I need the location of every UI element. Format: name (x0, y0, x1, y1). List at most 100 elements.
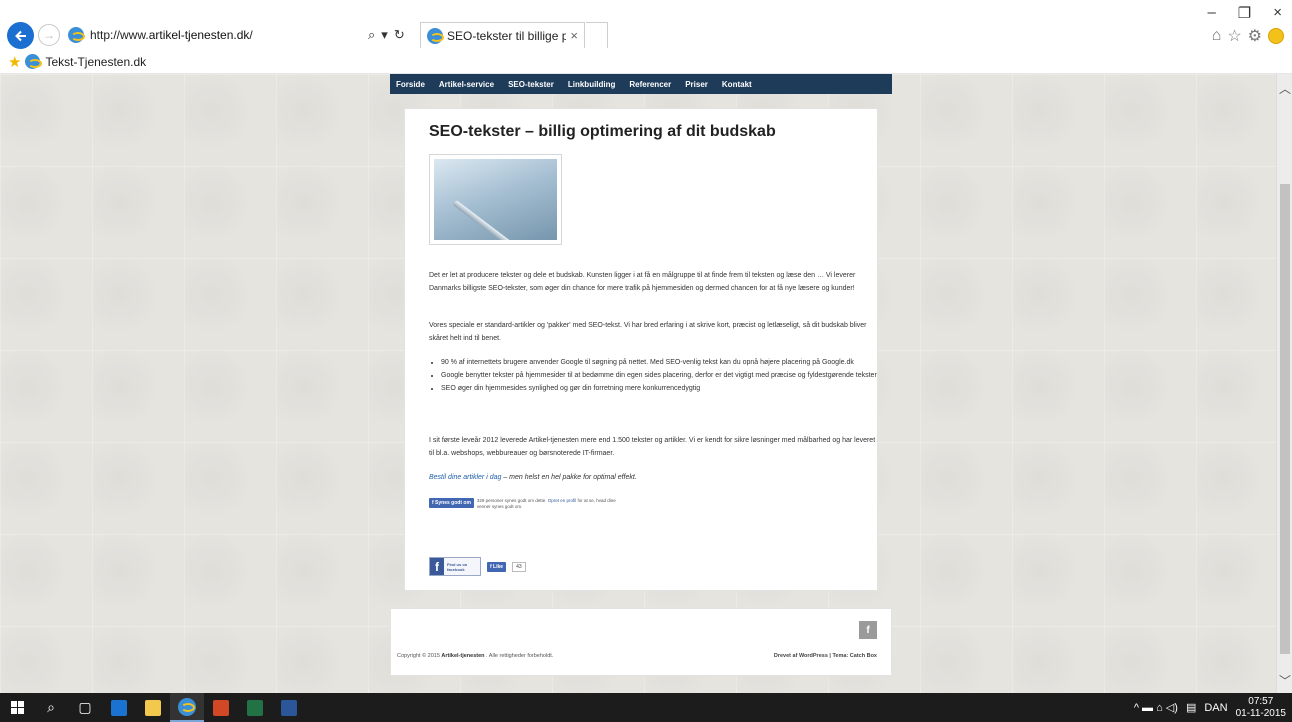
badge-line2: facebook (447, 566, 465, 572)
windows-taskbar: ⌕ ▢ ^ ▬ ⌂ ◁) ▤ DAN 07:57 01-11-2015 (0, 693, 1292, 722)
like-count-label: 329 personer synes godt om dette. (476, 498, 548, 503)
edge-app-icon[interactable] (102, 693, 136, 722)
list-item: 90 % af internettets brugere anvender Go… (441, 356, 881, 369)
favorite-favicon-icon (25, 54, 43, 69)
clock-time: 07:57 (1248, 695, 1274, 707)
nav-artikel-service[interactable]: Artikel-service (439, 80, 494, 89)
browser-tab[interactable]: SEO-tekster til billige priser... × (420, 22, 585, 48)
word-app-icon[interactable] (272, 693, 306, 722)
excel-logo (247, 699, 263, 716)
forward-arrow-icon: → (43, 28, 55, 42)
system-tray: ^ ▬ ⌂ ◁) ▤ DAN 07:57 01-11-2015 (1134, 693, 1292, 722)
nav-referencer[interactable]: Referencer (629, 80, 671, 89)
file-explorer-icon[interactable] (136, 693, 170, 722)
benefits-list: 90 % af internettets brugere anvender Go… (429, 356, 881, 395)
favorite-item-tekst-tjenesten[interactable]: Tekst-Tjenesten.dk (45, 55, 146, 69)
intro-paragraph: Det er let at producere tekster og dele … (429, 272, 856, 292)
facebook-badges: f Find us on facebook f Like 43 (429, 557, 526, 576)
facebook-like-small-button[interactable]: f Like (487, 561, 507, 572)
taskbar-clock[interactable]: 07:57 01-11-2015 (1236, 696, 1286, 720)
settings-gear-icon[interactable]: ⚙ (1248, 26, 1262, 46)
refresh-icon[interactable]: ↻ (394, 27, 405, 43)
history-paragraph: I sit første leveår 2012 leverede Artike… (429, 437, 876, 457)
search-icon[interactable]: ⌕ (368, 27, 375, 43)
add-favorite-star-icon[interactable]: ★ (8, 53, 21, 71)
tray-icons[interactable]: ^ ▬ ⌂ ◁) (1134, 701, 1178, 714)
facebook-like-widget: f Synes godt om 329 personer synes godt … (429, 498, 617, 510)
window-controls: – ❐ × (1207, 4, 1282, 22)
back-button[interactable] (7, 22, 34, 49)
powerpoint-app-icon[interactable] (204, 693, 238, 722)
facebook-like-button[interactable]: f Synes godt om (429, 498, 474, 508)
list-item: Google benytter tekster på hjemmesider t… (441, 369, 881, 382)
word-logo (281, 699, 297, 716)
pen-photo (429, 154, 562, 245)
list-item: SEO øger din hjemmesides synlighed og gø… (441, 382, 881, 395)
url-suffix: / (249, 28, 253, 42)
nav-priser[interactable]: Priser (685, 80, 708, 89)
copyright-prefix: Copyright © 2015 (397, 653, 442, 659)
site-footer: f Copyright © 2015 Artikel-tjenesten . A… (390, 608, 892, 676)
find-us-on-facebook-badge[interactable]: f Find us on facebook (429, 557, 481, 576)
task-view-icon[interactable]: ▢ (68, 693, 102, 722)
restore-button[interactable]: ❐ (1238, 4, 1251, 22)
footer-credits[interactable]: Drevet af WordPress | Tema: Catch Box (774, 653, 877, 659)
facebook-icon: f (430, 558, 444, 575)
nav-forside[interactable]: Forside (396, 80, 425, 89)
browser-chrome: → http://www.artikel-tjenesten.dk/ ⌕ ▾ ↻… (0, 0, 1292, 74)
windows-logo-icon (10, 701, 24, 714)
url-text: http://www.artikel-tjenesten.dk/ (90, 28, 253, 42)
internet-explorer-app-icon[interactable] (170, 693, 204, 722)
address-bar[interactable]: http://www.artikel-tjenesten.dk/ (64, 24, 418, 46)
excel-app-icon[interactable] (238, 693, 272, 722)
tab-favicon-icon (427, 27, 444, 44)
feedback-smiley-icon[interactable] (1268, 28, 1284, 44)
tab-close-icon[interactable]: × (570, 28, 578, 43)
nav-kontakt[interactable]: Kontakt (722, 80, 752, 89)
page-title: SEO-tekster – billig optimering af dit b… (429, 123, 776, 140)
back-arrow-icon (14, 30, 26, 41)
nav-seo-tekster[interactable]: SEO-tekster (508, 80, 554, 89)
scroll-down-icon[interactable]: ﹀ (1279, 672, 1291, 689)
ie-logo (178, 697, 196, 716)
language-indicator[interactable]: DAN (1204, 702, 1227, 714)
start-button[interactable] (0, 693, 34, 722)
url-prefix: http://www. (90, 28, 149, 42)
order-articles-link[interactable]: Bestil dine artikler i dag (429, 474, 501, 481)
notification-icon[interactable]: ▤ (1186, 701, 1196, 714)
scroll-up-icon[interactable]: ︿ (1279, 80, 1291, 97)
url-host: artikel-tjenesten.dk (148, 28, 250, 42)
forward-button[interactable]: → (38, 24, 60, 46)
cta-paragraph: Bestil dine artikler i dag – men helst e… (429, 471, 881, 484)
browser-tools: ⌂ ☆ ⚙ (1212, 26, 1284, 46)
pen-shape (452, 199, 552, 240)
favorites-bar: ★ Tekst-Tjenesten.dk (0, 50, 1292, 74)
pen-photo-image (434, 159, 557, 240)
like-count-text: 329 personer synes godt om dette. Opret … (477, 498, 617, 510)
close-button[interactable]: × (1273, 4, 1282, 22)
powerpoint-logo (213, 699, 229, 716)
minimize-button[interactable]: – (1207, 4, 1215, 22)
site-favicon-icon (68, 27, 85, 43)
content-card: SEO-tekster – billig optimering af dit b… (404, 108, 878, 591)
address-tools: ⌕ ▾ ↻ (368, 24, 405, 46)
new-tab-button[interactable] (586, 22, 608, 48)
edge-logo (111, 699, 127, 716)
copyright-text: Copyright © 2015 Artikel-tjenesten . All… (397, 653, 553, 659)
create-profile-link[interactable]: Opret en profil (548, 498, 577, 503)
copyright-suffix: . Alle rettigheder forbeholdt. (484, 653, 554, 659)
vertical-scrollbar[interactable]: ︿ ﹀ (1276, 74, 1292, 693)
footer-facebook-icon[interactable]: f (859, 621, 877, 639)
clock-date: 01-11-2015 (1235, 707, 1286, 719)
dropdown-icon[interactable]: ▾ (381, 27, 388, 43)
taskbar-search-icon[interactable]: ⌕ (34, 693, 68, 722)
copyright-site-link[interactable]: Artikel-tjenesten (441, 653, 484, 659)
specialty-paragraph: Vores speciale er standard-artikler og '… (429, 322, 867, 342)
tab-title: SEO-tekster til billige priser... (447, 28, 567, 43)
site-navigation: Forside Artikel-service SEO-tekster Link… (390, 74, 892, 94)
home-icon[interactable]: ⌂ (1212, 27, 1222, 45)
favorites-star-icon[interactable]: ☆ (1227, 26, 1241, 46)
facebook-like-count: 43 (512, 561, 526, 572)
scrollbar-thumb[interactable] (1280, 184, 1290, 654)
nav-linkbuilding[interactable]: Linkbuilding (568, 80, 616, 89)
